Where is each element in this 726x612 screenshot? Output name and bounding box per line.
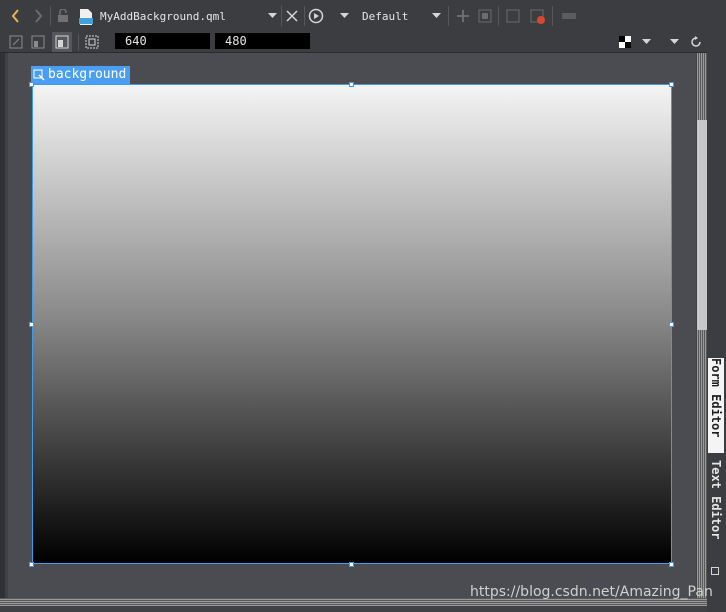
close-icon[interactable]: [285, 9, 299, 23]
play-circle-icon[interactable]: [308, 8, 324, 24]
resize-handle-right[interactable]: [669, 322, 674, 327]
watermark-text: https://blog.csdn.net/Amazing_Pan: [470, 584, 713, 600]
anchor-icon[interactable]: [8, 34, 24, 50]
resize-handle-bottom[interactable]: [349, 562, 354, 567]
state-combo[interactable]: Default: [362, 10, 408, 23]
item-icon: [33, 69, 45, 81]
selected-item-label[interactable]: background: [31, 66, 131, 84]
background-rectangle[interactable]: [32, 84, 672, 564]
item-label-text: background: [48, 67, 127, 82]
chevron-right-icon[interactable]: [30, 8, 46, 24]
panel-collapse-icon[interactable]: [710, 566, 720, 576]
form-toolbar: 640 480: [0, 32, 726, 53]
chevron-left-icon[interactable]: [8, 8, 24, 24]
fit-icon[interactable]: [506, 9, 520, 23]
resize-handle-top[interactable]: [349, 82, 354, 87]
snap-icon[interactable]: [30, 34, 46, 50]
vertical-scrollbar-thumb[interactable]: [697, 120, 707, 330]
qml-file-icon: [78, 8, 94, 26]
width-field[interactable]: 640: [115, 33, 210, 49]
resize-handle-bottom-right[interactable]: [669, 562, 674, 567]
resize-handle-top-left[interactable]: [29, 82, 34, 87]
lock-icon[interactable]: [56, 8, 70, 24]
top-toolbar: MyAddBackground.qml Default: [0, 0, 726, 33]
dropdown-arrow-icon[interactable]: [338, 10, 350, 22]
error-icon[interactable]: [530, 9, 546, 25]
dropdown-arrow-icon[interactable]: [430, 10, 442, 22]
resize-handle-left[interactable]: [29, 322, 34, 327]
reset-view-icon[interactable]: [478, 9, 492, 23]
text-editor-tab[interactable]: Text Editor: [708, 460, 724, 555]
dropdown-arrow-icon[interactable]: [266, 10, 278, 22]
add-state-icon[interactable]: [456, 9, 470, 23]
snap-margin-icon[interactable]: [52, 32, 72, 52]
reset-icon[interactable]: [688, 34, 704, 50]
resize-handle-bottom-left[interactable]: [29, 562, 34, 567]
boundary-icon[interactable]: [84, 34, 100, 50]
toolbar-handle-icon: [562, 13, 576, 19]
left-edge: [0, 53, 5, 606]
dropdown-arrow-icon[interactable]: [640, 36, 652, 48]
background-color-icon[interactable]: [618, 35, 632, 49]
height-field[interactable]: 480: [215, 33, 310, 49]
file-name[interactable]: MyAddBackground.qml: [100, 10, 226, 23]
resize-handle-top-right[interactable]: [669, 82, 674, 87]
form-editor-tab[interactable]: Form Editor: [708, 358, 724, 453]
dropdown-arrow-icon[interactable]: [668, 36, 680, 48]
